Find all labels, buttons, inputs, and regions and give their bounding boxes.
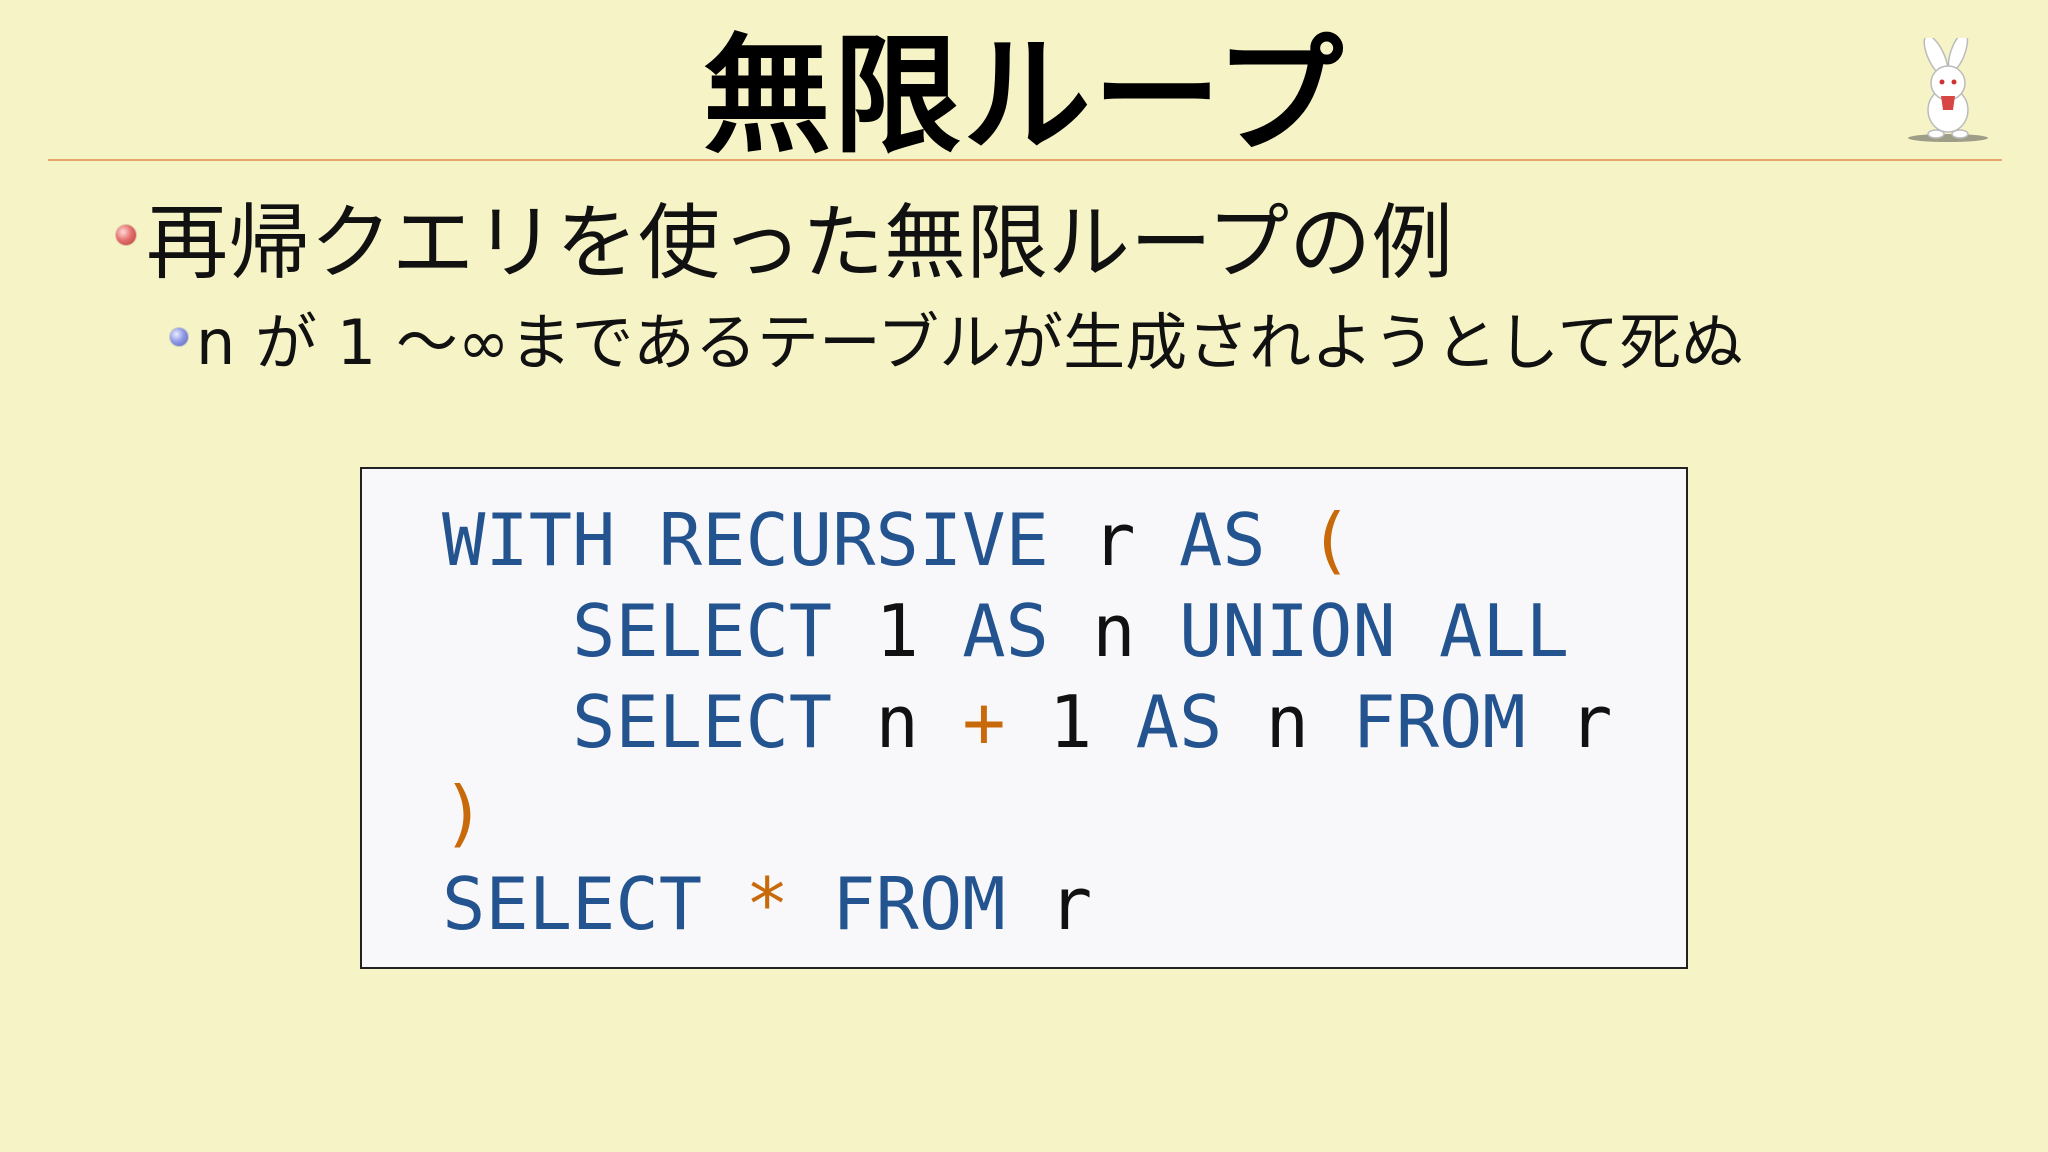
code-text: n — [1048, 589, 1179, 673]
code-text: 1 — [1005, 680, 1136, 764]
code-keyword: FROM — [1352, 680, 1526, 764]
title-divider — [48, 159, 2002, 161]
code-keyword: SELECT — [572, 589, 833, 673]
code-line: ) — [442, 768, 1612, 859]
code-operator: + — [962, 680, 1006, 764]
bullet-text: 再帰クエリを使った無限ループの例 — [146, 195, 1454, 291]
code-text: r — [1048, 498, 1179, 582]
code-block: WITH RECURSIVE r AS ( SELECT 1 AS n UNIO… — [360, 467, 1688, 969]
code-line: SELECT 1 AS n UNION ALL — [442, 586, 1612, 677]
code-keyword: AS — [1178, 498, 1266, 582]
code-text: n — [832, 680, 963, 764]
code-line: WITH RECURSIVE r AS ( — [442, 495, 1612, 586]
sub-bullet-item: n が 1 〜∞まであるテーブルが生成されようとして死ぬ — [170, 292, 1743, 382]
code-keyword: RECURSIVE — [658, 498, 1049, 582]
code-keyword: WITH — [442, 498, 616, 582]
slide-title: 無限ループ — [702, 22, 1346, 171]
code-keyword: AS — [962, 589, 1049, 673]
code-keyword: SELECT — [442, 862, 703, 946]
blue-bullet-icon — [170, 328, 188, 346]
code-text: r — [1005, 862, 1093, 946]
code-line: SELECT n + 1 AS n FROM r — [442, 677, 1612, 768]
code-text: 1 — [832, 589, 963, 673]
code-line: SELECT * FROM r — [442, 859, 1612, 950]
code-keyword: UNION — [1178, 589, 1396, 673]
code-keyword: ALL — [1439, 589, 1570, 673]
code-text: n — [1222, 680, 1353, 764]
code-keyword: SELECT — [572, 680, 833, 764]
rabbit-mascot-icon — [1908, 38, 1988, 142]
code-operator: ) — [442, 771, 486, 855]
red-bullet-icon — [116, 225, 136, 245]
sql-code: WITH RECURSIVE r AS ( SELECT 1 AS n UNIO… — [442, 495, 1612, 950]
bullet-item: 再帰クエリを使った無限ループの例 — [116, 185, 1453, 291]
code-operator: ( — [1309, 498, 1353, 582]
code-operator: * — [745, 862, 789, 946]
sub-bullet-text: n が 1 〜∞まであるテーブルが生成されようとして死ぬ — [196, 306, 1744, 379]
code-text: r — [1525, 680, 1613, 764]
code-keyword: AS — [1135, 680, 1223, 764]
code-keyword: FROM — [832, 862, 1006, 946]
